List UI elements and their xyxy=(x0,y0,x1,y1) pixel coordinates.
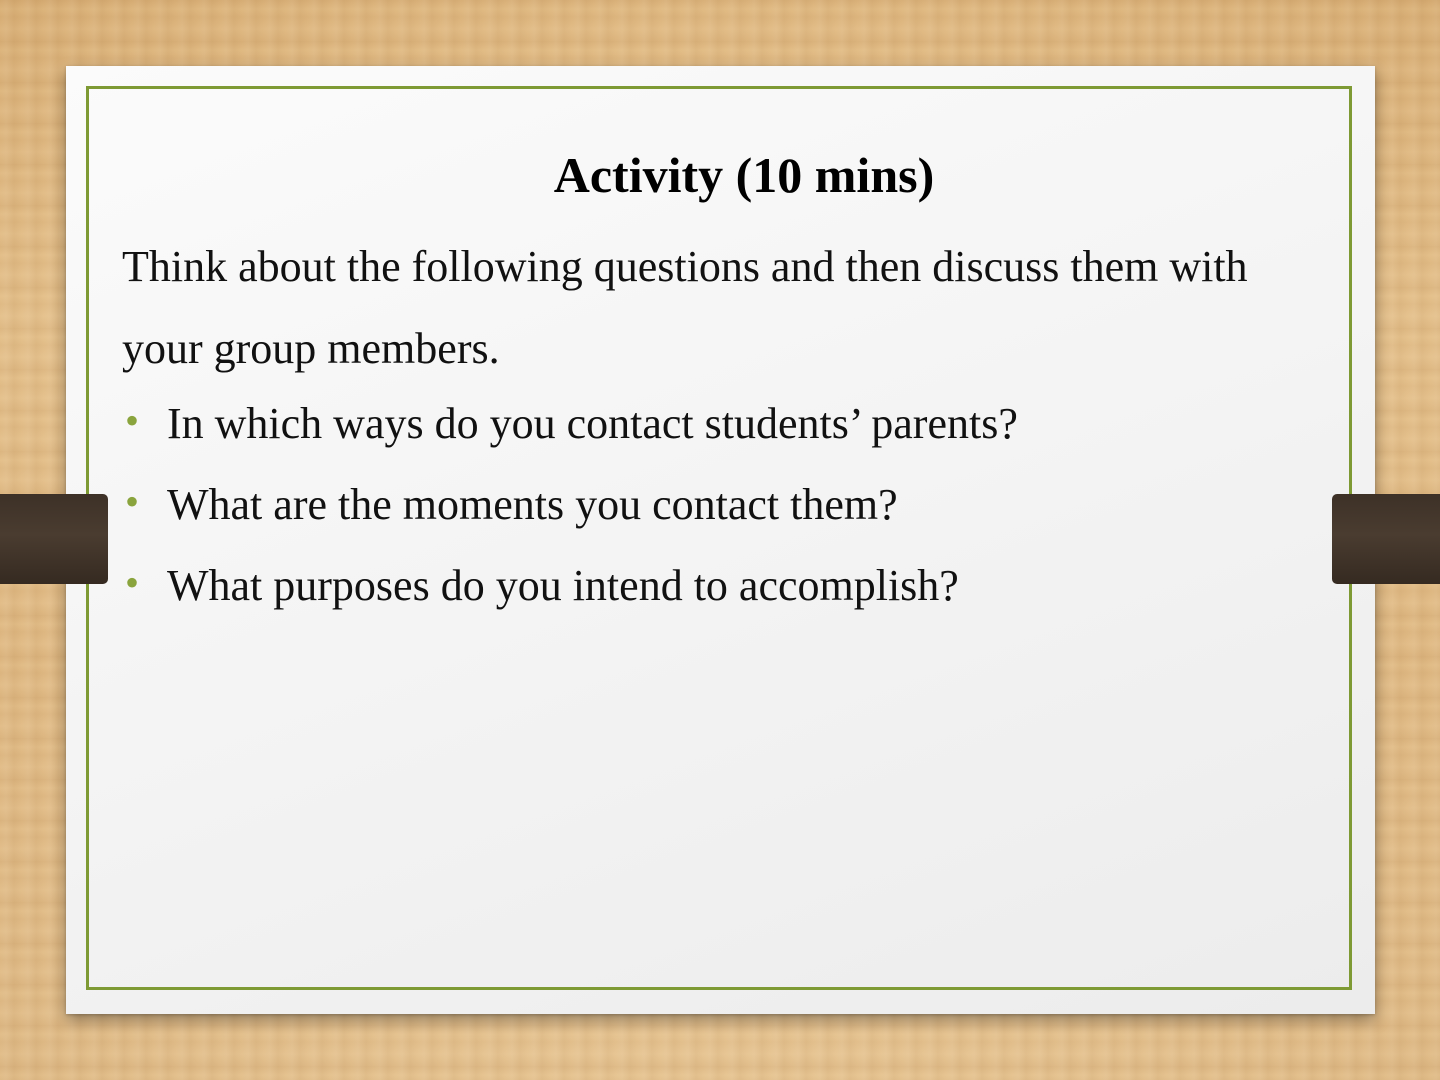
list-item: • In which ways do you contact students’… xyxy=(122,383,1322,464)
question-text: What are the moments you contact them? xyxy=(167,480,898,529)
bullet-icon: • xyxy=(125,560,140,605)
question-list: • In which ways do you contact students’… xyxy=(122,383,1322,626)
list-item: • What purposes do you intend to accompl… xyxy=(122,545,1322,626)
bullet-icon: • xyxy=(125,398,140,443)
intro-line-2: your group members. xyxy=(122,324,500,373)
right-strap-overlap xyxy=(1332,494,1440,584)
bullet-icon: • xyxy=(125,479,140,524)
slide-title: Activity (10 mins) xyxy=(553,147,935,203)
intro-line-1: Think about the following questions and … xyxy=(122,242,1248,291)
list-item: • What are the moments you contact them? xyxy=(122,464,1322,545)
intro-text: Think about the following questions and … xyxy=(122,226,1362,390)
question-text: What purposes do you intend to accomplis… xyxy=(167,561,959,610)
question-text: In which ways do you contact students’ p… xyxy=(167,399,1018,448)
left-strap-overlap xyxy=(0,494,108,584)
